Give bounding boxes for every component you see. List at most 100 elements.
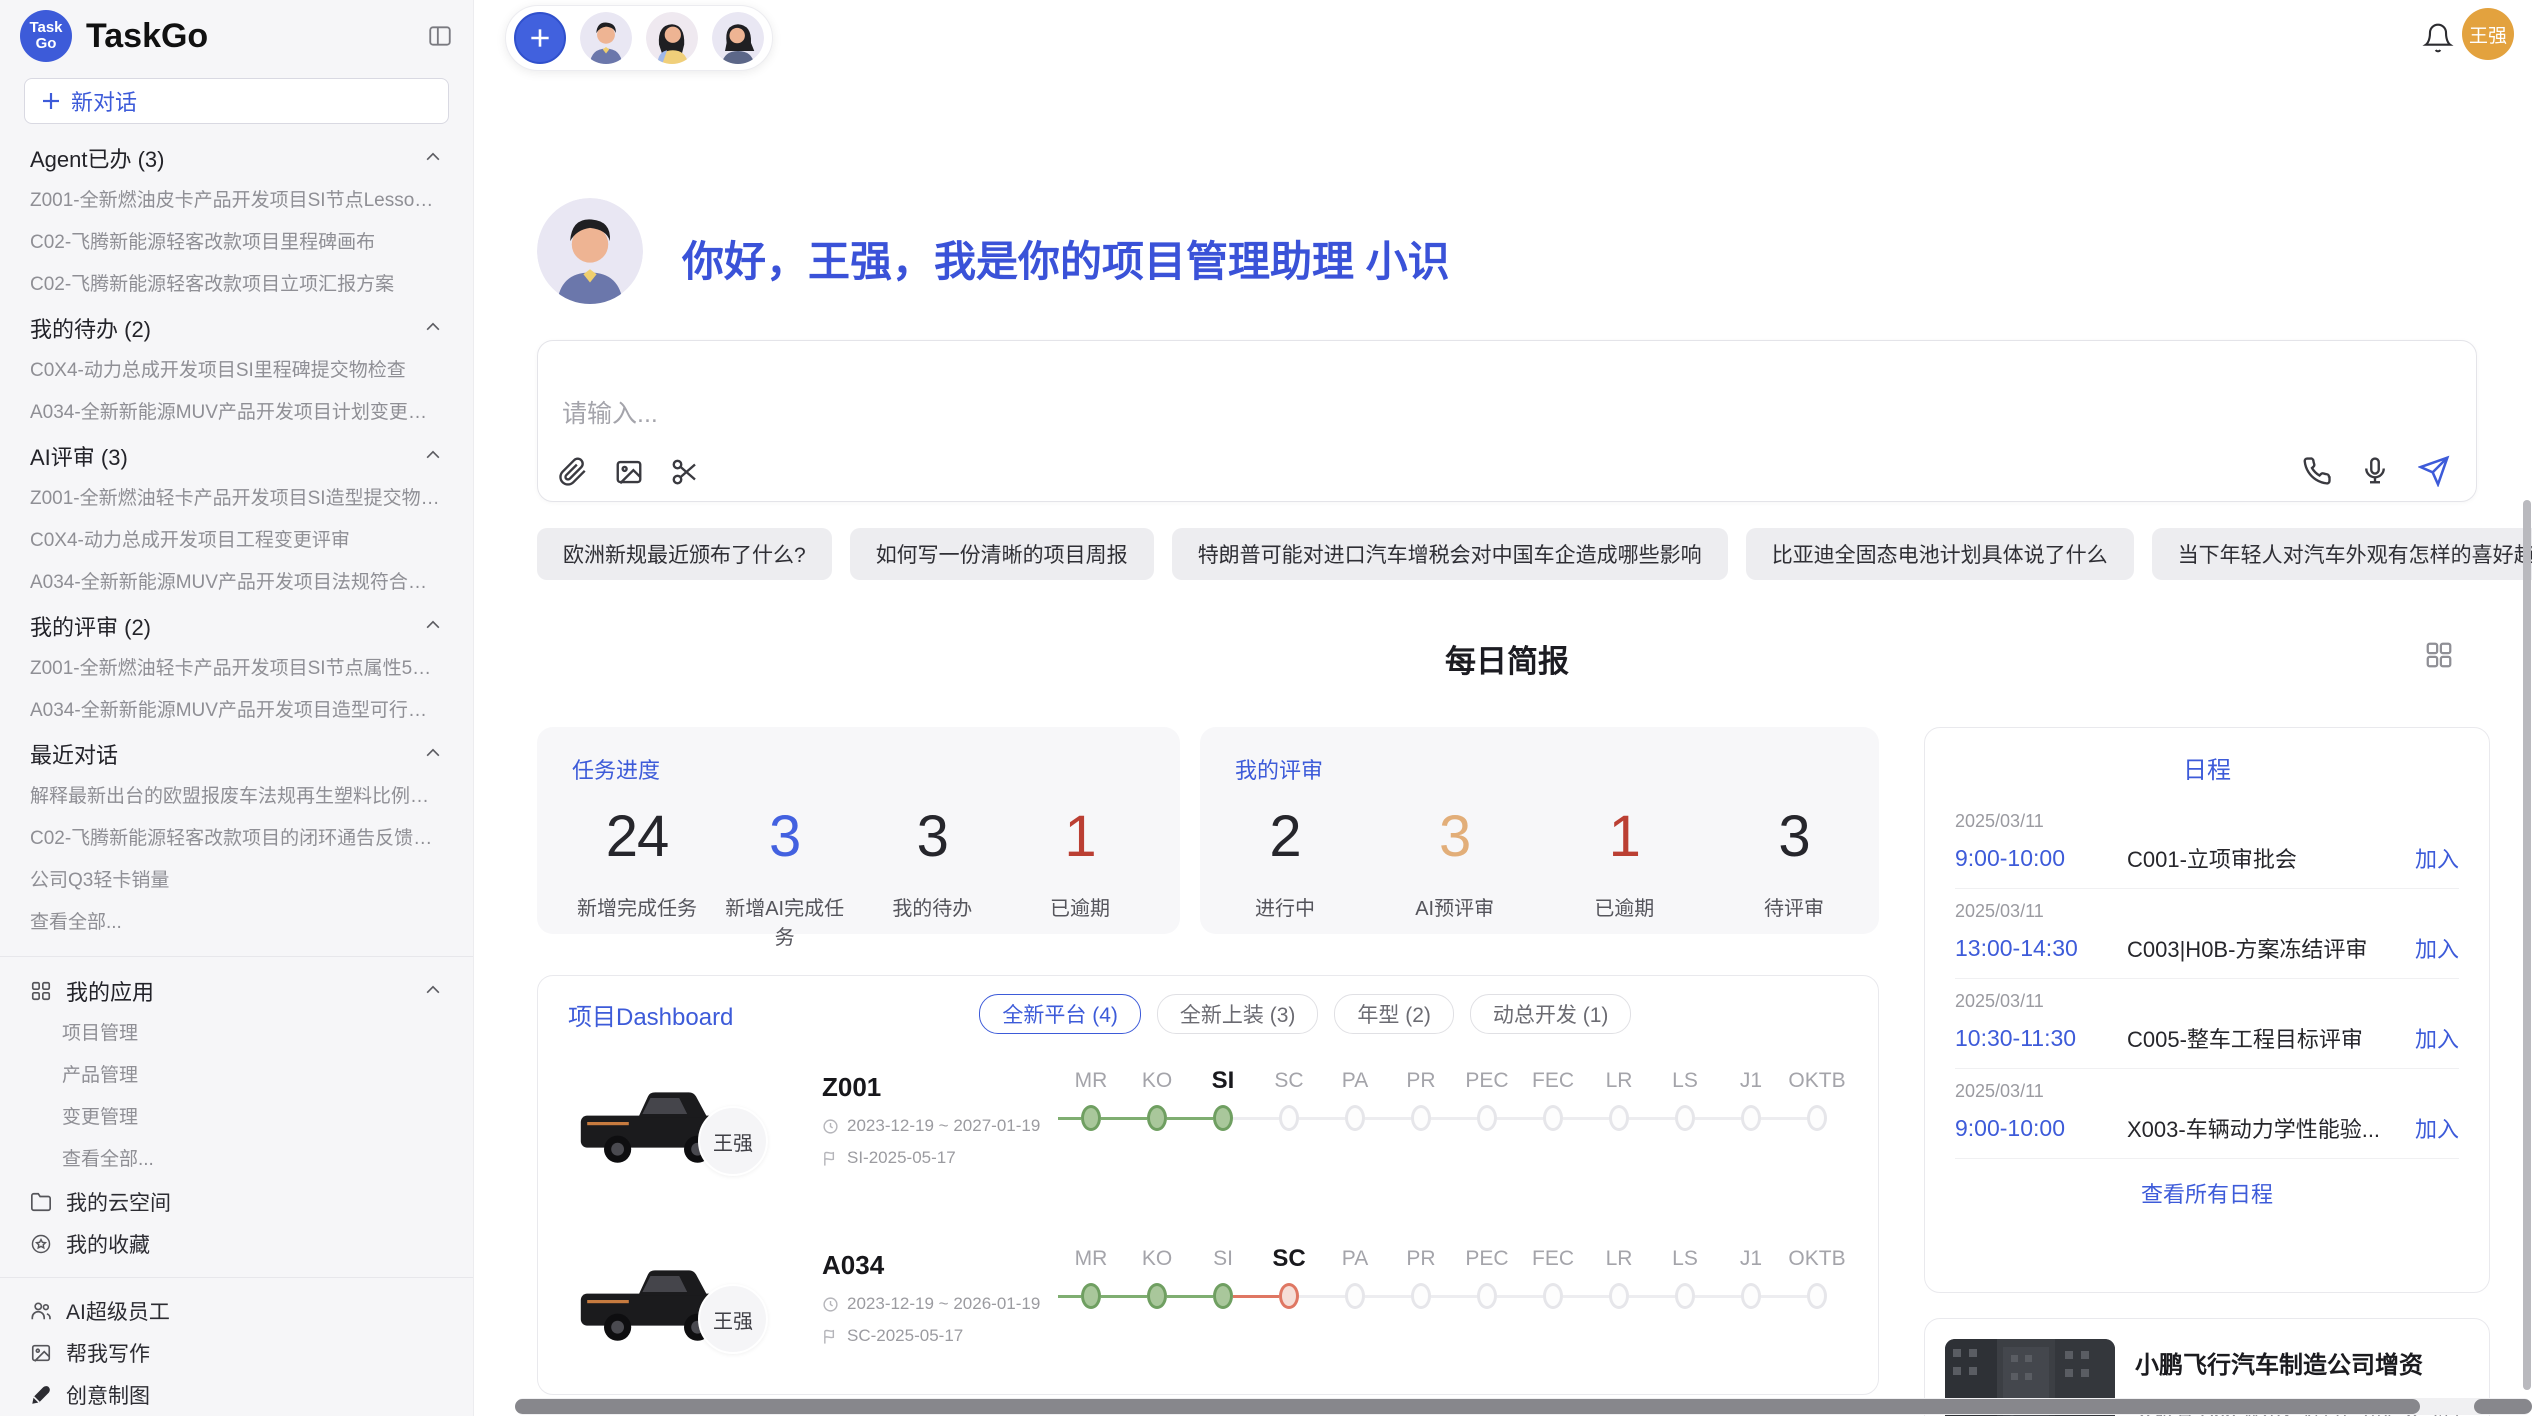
attach-image-icon[interactable] [614, 457, 644, 487]
sidebar-item-project-mgmt[interactable]: 项目管理 [0, 1013, 473, 1055]
folder-icon [30, 1191, 52, 1213]
list-item[interactable]: A034-全新新能源MUV产品开发项目造型可行性评审 [0, 690, 473, 732]
view-all-schedule-link[interactable]: 查看所有日程 [1955, 1159, 2459, 1227]
list-item[interactable]: C02-飞腾新能源轻客改款项目的闭环通告反馈情况 [0, 818, 473, 860]
notifications-bell-icon[interactable] [2422, 22, 2454, 54]
milestone-si: SI [1190, 1064, 1256, 1138]
tab-new-body[interactable]: 全新上装 (3) [1157, 994, 1319, 1034]
milestone-pr: PR [1388, 1242, 1454, 1316]
section-agent-done[interactable]: Agent已办 (3) [0, 136, 473, 180]
milestone-mr: MR [1058, 1064, 1124, 1138]
join-button[interactable]: 加入 [2415, 932, 2459, 964]
list-item[interactable]: C02-飞腾新能源轻客改款项目里程碑画布 [0, 222, 473, 264]
list-item[interactable]: Z001-全新燃油轻卡产品开发项目SI节点属性5D文件评审 [0, 648, 473, 690]
project-row[interactable]: 王强 Z001 2023-12-19 ~ 2027-01-19 SI-2025-… [538, 1054, 1878, 1232]
input-actions [2302, 455, 2450, 487]
add-agent-button[interactable] [514, 12, 566, 64]
horizontal-scrollbar-thumb[interactable] [515, 1399, 2420, 1414]
sidebar-item-favorites[interactable]: 我的收藏 [0, 1223, 473, 1265]
view-all-chats[interactable]: 查看全部... [0, 902, 473, 944]
milestone-pa: PA [1322, 1242, 1388, 1316]
join-button[interactable]: 加入 [2415, 1022, 2459, 1054]
sidebar-item-ai-super-staff[interactable]: AI超级员工 [0, 1290, 473, 1332]
list-item[interactable]: 公司Q3轻卡销量 [0, 860, 473, 902]
section-title: 最近对话 [30, 738, 118, 770]
agent-avatar-1[interactable] [580, 12, 632, 64]
schedule-item: 2025/03/11 9:00-10:00 C001-立项审批会 加入 [1955, 799, 2459, 888]
sidebar-item-change-mgmt[interactable]: 变更管理 [0, 1097, 473, 1139]
user-avatar[interactable]: 王强 [2462, 8, 2514, 60]
chat-input[interactable] [560, 399, 1964, 430]
list-item[interactable]: A034-全新新能源MUV产品开发项目法规符合性评审 [0, 562, 473, 604]
section-my-review[interactable]: 我的评审 (2) [0, 604, 473, 648]
flag-icon [822, 1150, 839, 1167]
send-icon[interactable] [2418, 455, 2450, 487]
suggestion-chip[interactable]: 当下年轻人对汽车外观有怎样的喜好趋势 [2152, 528, 2532, 580]
tab-year-model[interactable]: 年型 (2) [1334, 994, 1454, 1034]
schedule-item: 2025/03/11 13:00-14:30 C003|H0B-方案冻结评审 加… [1955, 889, 2459, 978]
sidebar-item-help-write[interactable]: 帮我写作 [0, 1332, 473, 1374]
milestone-pa: PA [1322, 1064, 1388, 1138]
list-item[interactable]: Z001-全新燃油皮卡产品开发项目SI节点Lesson Learn报告 [0, 180, 473, 222]
agent-avatar-2[interactable] [646, 12, 698, 64]
section-ai-review[interactable]: AI评审 (3) [0, 434, 473, 478]
list-item[interactable]: C0X4-动力总成开发项目SI里程碑提交物检查 [0, 350, 473, 392]
milestone-ls: LS [1652, 1242, 1718, 1316]
schedule-title: 日程 [1955, 750, 2459, 785]
tab-powertrain[interactable]: 动总开发 (1) [1470, 994, 1632, 1034]
schedule-date: 2025/03/11 [1955, 1081, 2459, 1102]
list-item[interactable]: A034-全新新能源MUV产品开发项目计划变更表编写 [0, 392, 473, 434]
section-recent-chats[interactable]: 最近对话 [0, 732, 473, 776]
schedule-name: X003-车辆动力学性能验... [2127, 1112, 2401, 1144]
sidebar-item-product-mgmt[interactable]: 产品管理 [0, 1055, 473, 1097]
milestone-dot [1807, 1283, 1827, 1309]
milestone-dot [1477, 1105, 1497, 1131]
my-apps-head: 我的应用 [30, 975, 154, 1007]
suggestion-chip[interactable]: 特朗普可能对进口汽车增税会对中国车企造成哪些影响 [1172, 528, 1728, 580]
horizontal-scrollbar-piece[interactable] [2474, 1399, 2532, 1414]
list-item[interactable]: C02-飞腾新能源轻客改款项目立项汇报方案 [0, 264, 473, 306]
sidebar-item-cloud-space[interactable]: 我的云空间 [0, 1181, 473, 1223]
milestone-dot [1345, 1105, 1365, 1131]
join-button[interactable]: 加入 [2415, 842, 2459, 874]
sidebar-item-creative-draw[interactable]: 创意制图 [0, 1374, 473, 1416]
collapse-sidebar-icon[interactable] [427, 23, 453, 49]
section-my-todo[interactable]: 我的待办 (2) [0, 306, 473, 350]
list-item[interactable]: 解释最新出台的欧盟报废车法规再生塑料比例被调至15%... [0, 776, 473, 818]
microphone-icon[interactable] [2360, 456, 2390, 486]
schedule-name: C003|H0B-方案冻结评审 [2127, 932, 2401, 964]
section-my-apps[interactable]: 我的应用 [0, 969, 473, 1013]
layout-grid-icon[interactable] [2424, 640, 2454, 670]
view-all-apps[interactable]: 查看全部... [0, 1139, 473, 1181]
star-circle-icon [30, 1233, 52, 1255]
milestone-dot [1741, 1283, 1761, 1309]
voice-call-icon[interactable] [2302, 456, 2332, 486]
stat-new-done: 24 新增完成任务 [572, 803, 702, 950]
milestone-ko: KO [1124, 1064, 1190, 1138]
chevron-up-icon [423, 981, 443, 1001]
milestone-dot [1279, 1105, 1299, 1131]
join-button[interactable]: 加入 [2415, 1112, 2459, 1144]
tab-all-new-platform[interactable]: 全新平台 (4) [979, 994, 1141, 1034]
project-row[interactable]: 王强 A034 2023-12-19 ~ 2026-01-19 SC-2025-… [538, 1232, 1878, 1395]
suggestion-chip[interactable]: 如何写一份清晰的项目周报 [850, 528, 1154, 580]
vertical-scrollbar-thumb[interactable] [2523, 500, 2531, 1390]
section-title: 我的评审 (2) [30, 610, 151, 642]
list-item[interactable]: Z001-全新燃油轻卡产品开发项目SI造型提交物评审 [0, 478, 473, 520]
suggestion-chip[interactable]: 欧洲新规最近颁布了什么? [537, 528, 832, 580]
new-chat-button[interactable]: 新对话 [24, 78, 449, 124]
milestone-dot [1675, 1283, 1695, 1309]
agent-avatar-3[interactable] [712, 12, 764, 64]
milestone-pec: PEC [1454, 1242, 1520, 1316]
list-item[interactable]: C0X4-动力总成开发项目工程变更评审 [0, 520, 473, 562]
screenshot-scissors-icon[interactable] [670, 457, 700, 487]
assistant-avatar [537, 198, 643, 304]
milestone-timeline: MRKOSISCPAPRPECFECLRLSJ1OKTB [1058, 1242, 1850, 1316]
attach-file-icon[interactable] [558, 457, 588, 487]
sidebar-item-label: 我的收藏 [66, 1229, 150, 1259]
stat-ai-pre-review: 3 AI预评审 [1390, 803, 1520, 921]
suggestion-chip[interactable]: 比亚迪全固态电池计划具体说了什么 [1746, 528, 2134, 580]
divider [0, 956, 473, 957]
milestone-oktb: OKTB [1784, 1064, 1850, 1138]
schedule-date: 2025/03/11 [1955, 991, 2459, 1012]
